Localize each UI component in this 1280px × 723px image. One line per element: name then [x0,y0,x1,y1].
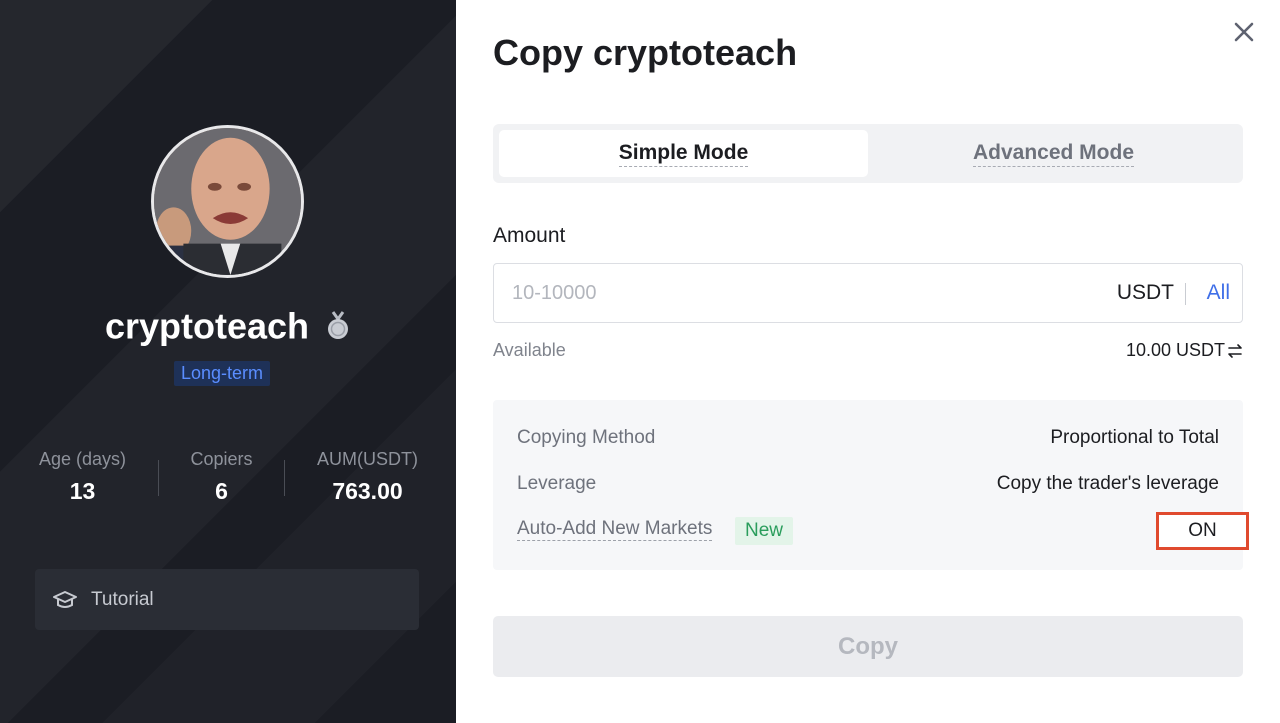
close-icon[interactable] [1232,20,1256,44]
transfer-icon[interactable] [1227,343,1243,359]
trader-profile-panel: cryptoteach Long-term Age (days) 13 Copi… [0,0,456,723]
stat-value: 13 [69,478,96,504]
trader-stats: Age (days) 13 Copiers 6 AUM(USDT) 763.00 [0,447,456,507]
unit-divider [1185,283,1186,305]
auto-add-markets-label[interactable]: Auto-Add New Markets [517,518,713,541]
amount-field: USDT All [493,263,1243,323]
amount-label: Amount [493,224,566,247]
stat-age: Age (days) 13 [30,447,135,511]
copy-dialog: Copy cryptoteach Simple Mode Advanced Mo… [456,0,1280,723]
graduation-cap-icon [53,590,77,608]
setting-leverage: Leverage Copy the trader's leverage [517,473,1219,499]
tutorial-label: Tutorial [91,588,154,610]
tab-simple-mode[interactable]: Simple Mode [499,130,868,177]
copy-settings: Copying Method Proportional to Total Lev… [493,400,1243,570]
stat-divider [284,460,285,496]
available-balance: 10.00 USDT [1126,340,1243,361]
stat-aum: AUM(USDT) 763.00 [305,447,430,511]
amount-unit: USDT [1116,281,1174,304]
stat-label: Copiers [190,449,253,469]
medal-icon [328,311,349,340]
copy-button[interactable]: Copy [493,616,1243,677]
setting-value: Proportional to Total [1050,427,1219,448]
stat-label: AUM(USDT) [317,449,418,469]
available-label: Available [493,340,566,360]
trader-avatar [151,125,304,278]
new-badge: New [735,517,794,545]
stat-value: 6 [215,478,228,504]
setting-label: Copying Method [517,427,656,448]
tab-label: Simple Mode [618,141,749,167]
trader-name: cryptoteach [104,305,310,347]
amount-input[interactable] [512,264,1072,322]
tab-advanced-mode[interactable]: Advanced Mode [869,130,1238,177]
stat-divider [158,460,159,496]
tab-label: Advanced Mode [972,141,1135,167]
setting-value: Copy the trader's leverage [996,473,1219,494]
setting-label: Leverage [517,473,597,494]
setting-copying-method: Copying Method Proportional to Total [517,427,1219,453]
dialog-title: Copy cryptoteach [493,32,798,73]
stat-copiers: Copiers 6 [170,447,273,511]
tutorial-button[interactable]: Tutorial [35,569,419,630]
trader-name-row: cryptoteach [0,303,456,347]
setting-auto-add-markets: Auto-Add New Markets New [517,517,1219,545]
trader-style-tag: Long-term [174,361,271,386]
stat-value: 763.00 [332,478,403,504]
all-amount-button[interactable]: All [1207,281,1230,305]
mode-tabs: Simple Mode Advanced Mode [493,124,1243,183]
stat-label: Age (days) [38,449,127,469]
available-value: 10.00 USDT [1125,340,1225,360]
auto-add-toggle[interactable]: ON [1156,512,1249,550]
